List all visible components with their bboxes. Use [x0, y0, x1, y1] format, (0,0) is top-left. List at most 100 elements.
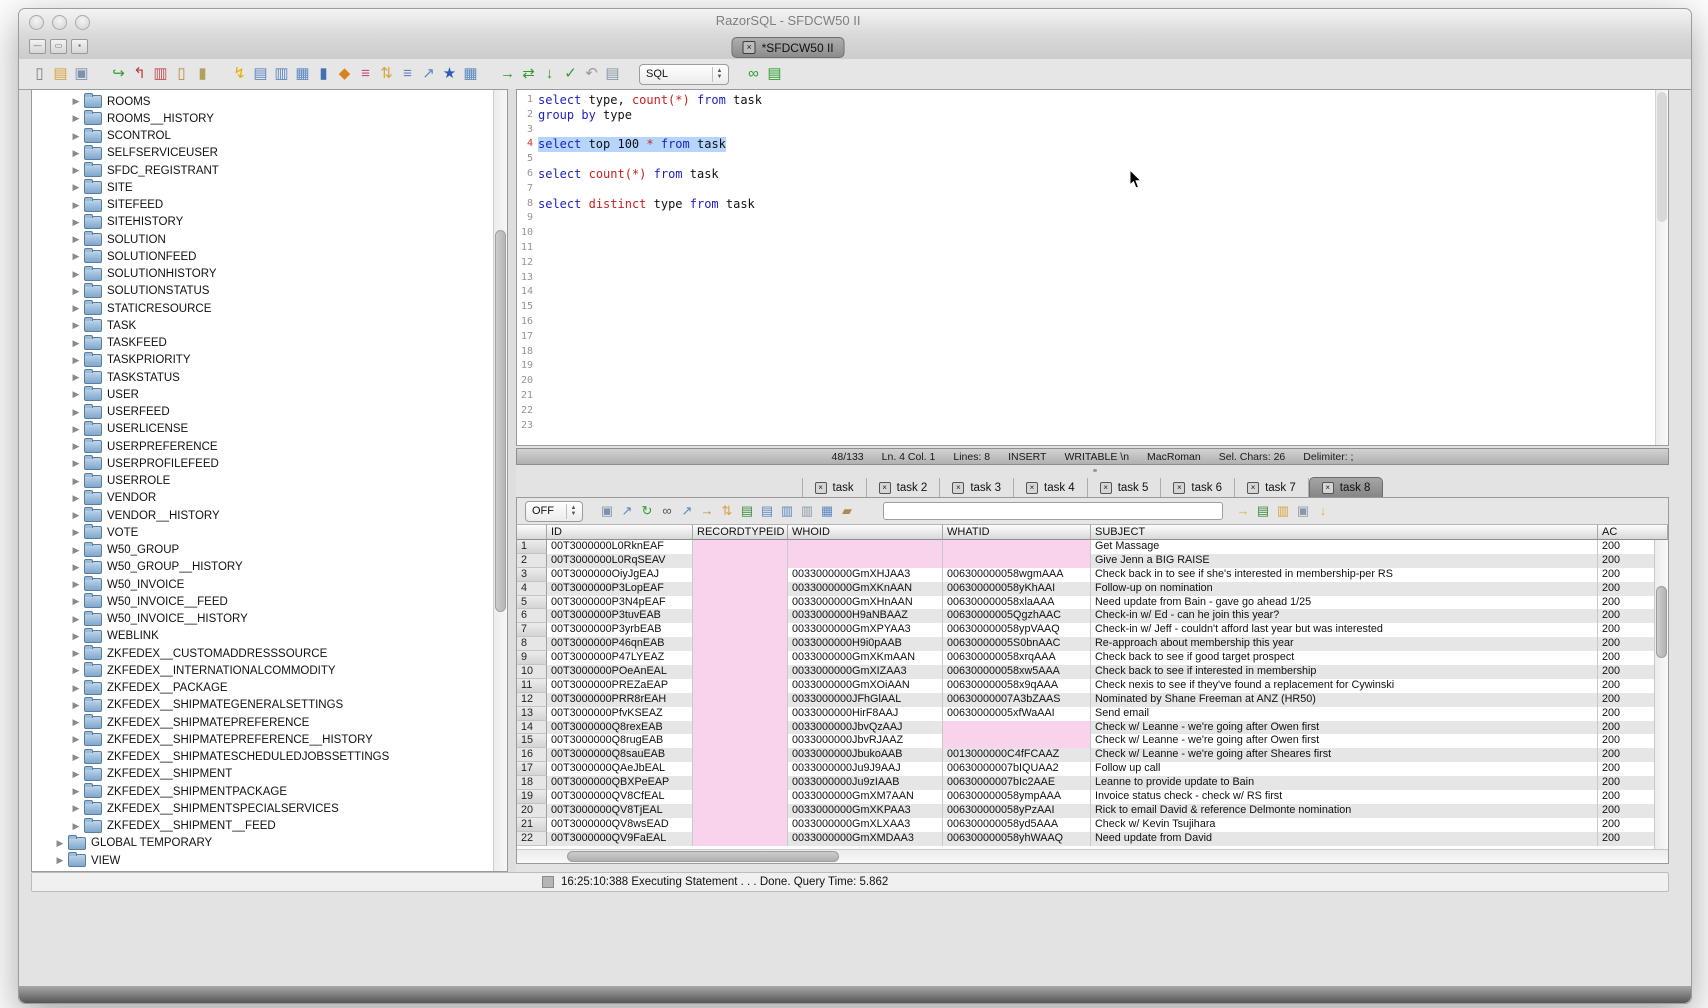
expand-triangle-icon[interactable]: ▶	[70, 786, 82, 797]
tree-item-zkfedex-package[interactable]: ▶ZKFEDEX__PACKAGE	[32, 680, 494, 697]
row-number[interactable]: 6	[517, 609, 547, 623]
table-cell[interactable]: 0033000000GmXOiAAN	[788, 679, 943, 693]
table-cell[interactable]	[693, 748, 788, 762]
table-cell[interactable]	[693, 540, 788, 554]
tree-scrollbar[interactable]	[493, 90, 507, 871]
table-cell[interactable]: Follow-up on nomination	[1091, 582, 1598, 596]
row-number[interactable]: 17	[517, 762, 547, 776]
table-cell[interactable]: Give Jenn a BIG RAISE	[1091, 554, 1598, 568]
table-cell[interactable]: 00T3000000PfvKSEAZ	[547, 707, 693, 721]
table-cell[interactable]: 00T3000000PRR8rEAH	[547, 693, 693, 707]
tree-item-sitehistory[interactable]: ▶SITEHISTORY	[32, 214, 494, 231]
describe-table-icon[interactable]: ▤	[250, 64, 271, 84]
expand-triangle-icon[interactable]: ▶	[70, 665, 82, 676]
table-cell[interactable]: 006300000058xlaAAA	[943, 596, 1091, 610]
column-header-whoid[interactable]: WHOID	[788, 525, 943, 540]
table-cell[interactable]	[693, 818, 788, 832]
table-cell[interactable]	[943, 721, 1091, 735]
table-cell[interactable]: 0033000000Ju9zIAAB	[788, 776, 943, 790]
column-header-recordtypeid[interactable]: RECORDTYPEID	[693, 525, 788, 540]
copy-connection-icon[interactable]: ▥	[150, 64, 171, 84]
favorites-star-icon[interactable]: ★	[439, 64, 460, 84]
tree-item-vote[interactable]: ▶VOTE	[32, 524, 494, 541]
table-cell[interactable]: 0033000000GmXHJAA3	[788, 568, 943, 582]
row-number[interactable]: 10	[517, 665, 547, 679]
zoom-window-icon[interactable]	[75, 15, 90, 30]
editor-scrollbar-thumb[interactable]	[1657, 92, 1667, 222]
sql-mode-select[interactable]: SQL ▲▼	[639, 64, 729, 85]
expand-triangle-icon[interactable]: ▶	[70, 200, 82, 211]
fetch-page-icon[interactable]: ▤	[1253, 501, 1273, 521]
doc-tab-close-icon[interactable]: ×	[743, 41, 756, 54]
expand-triangle-icon[interactable]: ▶	[70, 303, 82, 314]
expand-triangle-icon[interactable]: ▶	[70, 338, 82, 349]
sort-yellow-icon[interactable]: ⇅	[376, 64, 397, 84]
table-cell[interactable]: 0013000000C4fFCAAZ	[943, 748, 1091, 762]
expand-triangle-icon[interactable]: ▶	[70, 545, 82, 556]
tree-item-global-temporary[interactable]: ▶GLOBAL TEMPORARY	[32, 835, 494, 852]
result-tab-task-5[interactable]: ×task 5	[1088, 478, 1162, 497]
table-cell[interactable]: Check-in w/ Jeff - couldn't afford last …	[1091, 623, 1598, 637]
row-number[interactable]: 1	[517, 540, 547, 554]
tree-item-scontrol[interactable]: ▶SCONTROL	[32, 128, 494, 145]
row-number[interactable]: 14	[517, 721, 547, 735]
document-icon[interactable]: ▤	[602, 64, 623, 84]
result-tab-task-3[interactable]: ×task 3	[940, 478, 1014, 497]
sort-updown-icon[interactable]: ⇅	[717, 501, 737, 521]
column-header-ac[interactable]: AC	[1598, 525, 1668, 540]
table-cell[interactable]: 00T3000000Q8rexEAB	[547, 721, 693, 735]
table-cell[interactable]	[693, 762, 788, 776]
tree-item-solutionstatus[interactable]: ▶SOLUTIONSTATUS	[32, 283, 494, 300]
expand-triangle-icon[interactable]: ▶	[70, 269, 82, 280]
tree-item-solutionhistory[interactable]: ▶SOLUTIONHISTORY	[32, 266, 494, 283]
table-cell[interactable]: Follow up call	[1091, 762, 1598, 776]
table-cell[interactable]: 0033000000JFhGlAAL	[788, 693, 943, 707]
table-green-icon[interactable]: ▤	[764, 64, 785, 84]
down-arrow-icon[interactable]: ↓	[1313, 501, 1333, 521]
table-cell[interactable]: 0033000000GmXKPAA3	[788, 804, 943, 818]
tree-item-site[interactable]: ▶SITE	[32, 179, 494, 196]
row-number[interactable]: 9	[517, 651, 547, 665]
row-number[interactable]: 3	[517, 568, 547, 582]
table-cell[interactable]	[693, 651, 788, 665]
row-number[interactable]: 12	[517, 693, 547, 707]
table-cell[interactable]	[693, 832, 788, 846]
expand-triangle-icon[interactable]: ▶	[70, 717, 82, 728]
table-cell[interactable]: 00630000005QgzhAAC	[943, 609, 1091, 623]
select-columns-icon[interactable]: ▤	[757, 501, 777, 521]
expand-triangle-icon[interactable]: ▶	[70, 769, 82, 780]
expand-triangle-icon[interactable]: ▶	[70, 234, 82, 245]
tree-item-w50-invoice[interactable]: ▶W50_INVOICE	[32, 576, 494, 593]
table-cell[interactable]	[693, 568, 788, 582]
table-cell[interactable]: 0033000000GmXM7AAN	[788, 790, 943, 804]
new-file-icon[interactable]: ▯	[29, 64, 50, 84]
table-cell[interactable]: Send email	[1091, 707, 1598, 721]
tab-close-icon[interactable]: ×	[815, 482, 827, 494]
expand-triangle-icon[interactable]: ▶	[70, 648, 82, 659]
table-cell[interactable]	[943, 540, 1091, 554]
row-number[interactable]: 11	[517, 679, 547, 693]
execute-lightning-icon[interactable]: ↯	[229, 64, 250, 84]
table-cell[interactable]	[693, 693, 788, 707]
table-cell[interactable]: 006300000058yhWAAQ	[943, 832, 1091, 846]
table-star-icon[interactable]: ▦	[460, 64, 481, 84]
tree-item-userpreference[interactable]: ▶USERPREFERENCE	[32, 438, 494, 455]
tree-item-w50-group-history[interactable]: ▶W50_GROUP__HISTORY	[32, 559, 494, 576]
table-cell[interactable]: Check w/ Leanne - we're going after Owen…	[1091, 721, 1598, 735]
tree-item-vendor[interactable]: ▶VENDOR	[32, 490, 494, 507]
table-cell[interactable]: 0033000000GmXKmAAN	[788, 651, 943, 665]
expand-triangle-icon[interactable]: ▶	[70, 596, 82, 607]
new-connection-icon[interactable]: ▯	[171, 64, 192, 84]
table-cell[interactable]: Re-approach about membership this year	[1091, 637, 1598, 651]
expand-triangle-icon[interactable]: ▶	[70, 631, 82, 642]
list-icon[interactable]: ≡	[355, 64, 376, 84]
limit-stepper-icon[interactable]: ▲▼	[566, 504, 580, 519]
table-cell[interactable]: 006300000058yd5AAA	[943, 818, 1091, 832]
expand-triangle-icon[interactable]: ▶	[70, 131, 82, 142]
export-data-icon[interactable]: ▦	[292, 64, 313, 84]
table-hscrollbar-thumb[interactable]	[567, 851, 839, 862]
tree-item-solutionfeed[interactable]: ▶SOLUTIONFEED	[32, 248, 494, 265]
tree-item-selfserviceuser[interactable]: ▶SELFSERVICEUSER	[32, 145, 494, 162]
row-number[interactable]: 15	[517, 734, 547, 748]
table-cell[interactable]: 00T3000000QV8wsEAD	[547, 818, 693, 832]
